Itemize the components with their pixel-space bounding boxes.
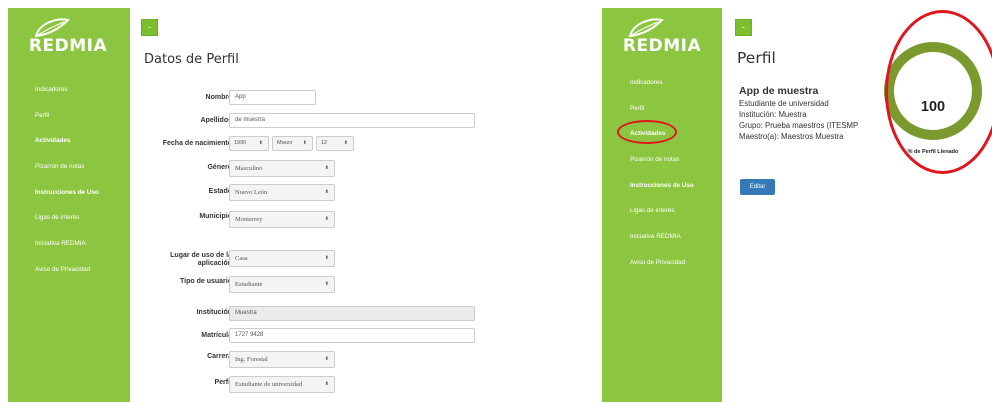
sidebar-item-pizarron[interactable]: Pizarrón de notas xyxy=(602,147,722,173)
month-value: Marzo xyxy=(277,140,293,146)
municipio-value: Monterrey xyxy=(235,216,263,223)
sidebar-item-perfil[interactable]: Perfil xyxy=(602,96,722,122)
municipio-select[interactable]: Monterrey ⬍ xyxy=(229,211,335,228)
sidebar-item-ligas[interactable]: Ligas de interés xyxy=(602,198,722,224)
birth-year-select[interactable]: 1990 ⬍ xyxy=(229,136,269,151)
sidebar-item-indicadores[interactable]: Indicadores xyxy=(8,77,130,103)
select-caret-icon: ⬍ xyxy=(324,217,329,222)
select-caret-icon: ⬍ xyxy=(324,357,329,362)
profile-role: Estudiante de universidad xyxy=(739,99,829,108)
select-caret-icon: ⬍ xyxy=(258,140,263,146)
tipo-usuario-select[interactable]: Estudiante ⬍ xyxy=(229,276,335,293)
sidebar-nav: Indicadores Perfil Actividades Pizarrón … xyxy=(602,70,722,276)
select-caret-icon: ⬍ xyxy=(324,382,329,387)
sidebar-nav: Indicadores Perfil Actividades Pizarrón … xyxy=(8,77,130,283)
select-caret-icon: ⬍ xyxy=(324,190,329,195)
field-label: Nombre xyxy=(205,94,232,101)
birth-month-select[interactable]: Marzo ⬍ xyxy=(272,136,313,151)
select-caret-icon: ⬍ xyxy=(324,166,329,171)
field-label: Tipo de usuario xyxy=(180,278,232,285)
day-value: 12 xyxy=(321,140,328,146)
sidebar: REDMIA Indicadores Perfil Actividades Pi… xyxy=(8,8,130,402)
carrera-value: Ing. Forestal xyxy=(235,356,268,363)
field-label: Municipio xyxy=(199,213,232,220)
select-caret-icon: ⬍ xyxy=(343,140,348,146)
estado-value: Nuevo León xyxy=(235,189,268,196)
field-label: Apellidos xyxy=(200,117,232,124)
sidebar-item-ligas[interactable]: Ligas de interés xyxy=(8,205,130,231)
page-title: Perfil xyxy=(737,49,776,67)
profile-form-screen: REDMIA Indicadores Perfil Actividades Pi… xyxy=(8,8,520,402)
sidebar-item-instrucciones[interactable]: Instrucciones de Uso xyxy=(602,173,722,199)
field-label: Género xyxy=(207,164,232,171)
genero-select[interactable]: Masculino ⬍ xyxy=(229,160,335,177)
select-caret-icon: ⬍ xyxy=(324,282,329,287)
collapse-sidebar-button[interactable]: - xyxy=(141,19,158,36)
lugar-value: Casa xyxy=(235,255,248,262)
field-label: Estado xyxy=(208,188,232,195)
sidebar-item-actividades[interactable]: Actividades xyxy=(8,128,130,154)
profile-group: Grupo: Prueba maestros (ITESMP xyxy=(739,121,859,130)
sidebar-item-aviso[interactable]: Aviso de Privacidad xyxy=(602,250,722,276)
edit-profile-button[interactable]: Editar xyxy=(740,179,775,195)
sidebar-item-iniciativa[interactable]: Iniciativa REDMIA xyxy=(8,231,130,257)
field-label: Perfil xyxy=(214,379,232,386)
sidebar-item-instrucciones[interactable]: Instrucciones de Uso xyxy=(8,180,130,206)
perfil-select[interactable]: Estudiante de universidad ⬍ xyxy=(229,376,335,393)
field-label: Lugar de uso de la aplicación xyxy=(170,252,232,267)
field-label: Fecha de nacimiento xyxy=(162,140,232,147)
logo-text: REDMIA xyxy=(622,36,702,56)
profile-name: App de muestra xyxy=(739,85,819,97)
select-caret-icon: ⬍ xyxy=(302,140,307,146)
apellidos-input[interactable]: de muestra xyxy=(229,113,475,128)
profile-teacher: Maestro(a): Maestros Muestra xyxy=(739,132,844,141)
redmia-logo[interactable]: REDMIA xyxy=(606,18,718,58)
sidebar-item-iniciativa[interactable]: Iniciativa REDMIA xyxy=(602,224,722,250)
redmia-logo[interactable]: REDMIA xyxy=(12,18,124,58)
carrera-select[interactable]: Ing. Forestal ⬍ xyxy=(229,351,335,368)
matricula-input[interactable]: 1727 9428 xyxy=(229,328,475,343)
tipo-value: Estudiante xyxy=(235,281,263,288)
page-title: Datos de Perfil xyxy=(144,52,239,67)
field-label: Matrícula xyxy=(201,332,232,339)
profile-institution: Institución: Muestra xyxy=(739,110,807,119)
lugar-select[interactable]: Casa ⬍ xyxy=(229,250,335,267)
institucion-input[interactable]: Muestra xyxy=(229,306,475,321)
highlight-actividades-circle xyxy=(617,120,677,144)
logo-text: REDMIA xyxy=(28,36,108,56)
birth-day-select[interactable]: 12 ⬍ xyxy=(316,136,354,151)
select-caret-icon: ⬍ xyxy=(324,256,329,261)
estado-select[interactable]: Nuevo León ⬍ xyxy=(229,184,335,201)
genero-value: Masculino xyxy=(235,165,263,172)
year-value: 1990 xyxy=(234,140,247,146)
highlight-gauge-circle xyxy=(885,10,992,174)
sidebar-item-indicadores[interactable]: Indicadores xyxy=(602,70,722,96)
sidebar-item-aviso[interactable]: Aviso de Privacidad xyxy=(8,257,130,283)
field-label: Carrera xyxy=(207,353,232,360)
perfil-value: Estudiante de universidad xyxy=(235,381,303,388)
collapse-sidebar-button[interactable]: - xyxy=(735,19,752,36)
field-label: Institución xyxy=(196,309,232,316)
sidebar-item-perfil[interactable]: Perfil xyxy=(8,103,130,129)
sidebar: REDMIA Indicadores Perfil Actividades Pi… xyxy=(602,8,722,402)
sidebar-item-pizarron[interactable]: Pizarrón de notas xyxy=(8,154,130,180)
nombre-input[interactable]: App xyxy=(229,90,316,105)
